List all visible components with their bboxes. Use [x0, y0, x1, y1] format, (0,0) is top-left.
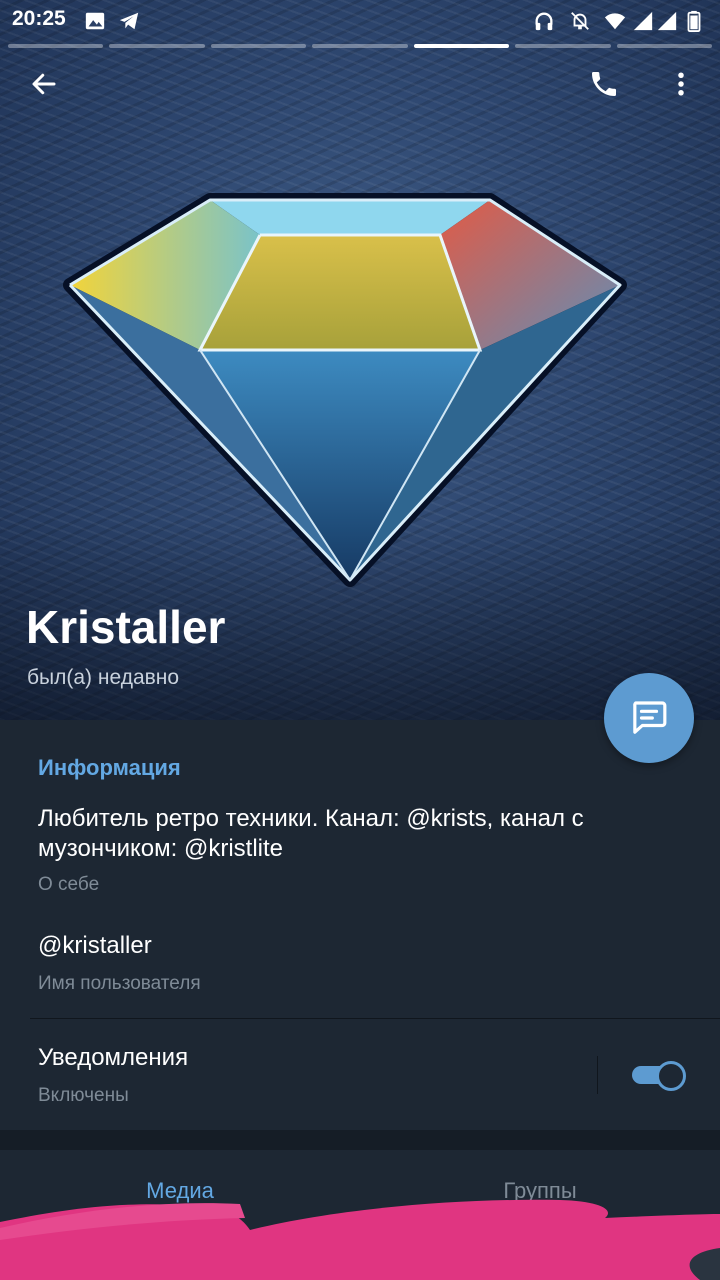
- vertical-divider: [597, 1056, 598, 1094]
- section-title-info: Информация: [38, 755, 181, 780]
- status-bar: 20:25: [0, 0, 720, 42]
- telegram-icon: [119, 12, 139, 30]
- message-icon: [633, 701, 667, 734]
- notifications-off-icon: [571, 12, 589, 30]
- story-segment-active: [413, 44, 510, 48]
- arrow-left-icon: [32, 73, 56, 95]
- story-segment: [109, 44, 205, 48]
- notifications-title[interactable]: Уведомления: [38, 1044, 188, 1072]
- bio-label: О себе: [38, 874, 100, 895]
- divider: [30, 1018, 720, 1019]
- story-segment: [515, 44, 611, 48]
- story-segment: [616, 44, 712, 48]
- toggle-knob: [656, 1061, 686, 1091]
- signal-icon-2: [657, 11, 677, 31]
- send-message-button[interactable]: [604, 673, 694, 763]
- image-icon: [85, 12, 105, 30]
- info-section: Информация Любитель ретро техники. Канал…: [0, 720, 720, 1130]
- call-button[interactable]: [580, 60, 628, 108]
- section-gap: [0, 1130, 720, 1150]
- headphones-icon: [535, 12, 553, 31]
- story-segment: [312, 44, 408, 48]
- story-progress: [8, 44, 712, 48]
- signal-icon: [633, 11, 653, 31]
- notifications-toggle[interactable]: [630, 1059, 686, 1091]
- wifi-icon: [604, 13, 626, 30]
- username-value[interactable]: @kristaller: [38, 932, 152, 960]
- notifications-status: Включены: [38, 1085, 129, 1106]
- profile-name: Kristaller: [26, 601, 226, 653]
- redaction-scribble: [0, 1199, 720, 1280]
- profile-photo-diamond: [63, 193, 627, 587]
- story-segment: [8, 44, 104, 48]
- username-label: Имя пользователя: [38, 973, 201, 994]
- more-vertical-icon: [678, 72, 684, 96]
- bio-text[interactable]: Любитель ретро техники. Канал: @krists, …: [38, 804, 678, 864]
- phone-icon: [592, 72, 616, 96]
- status-time: 20:25: [12, 7, 66, 30]
- back-button[interactable]: [20, 60, 68, 108]
- profile-status: был(а) недавно: [27, 666, 180, 689]
- more-options-button[interactable]: [657, 60, 705, 108]
- story-segment: [210, 44, 307, 48]
- battery-icon: [687, 10, 701, 32]
